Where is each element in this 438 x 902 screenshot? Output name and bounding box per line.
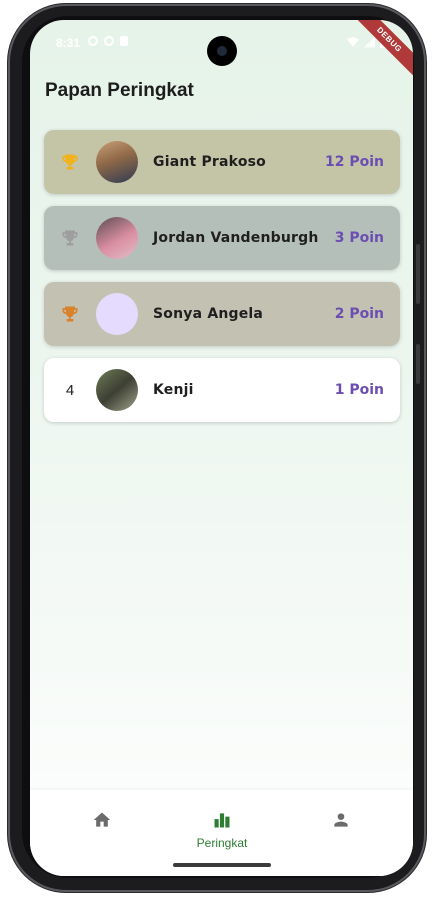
page-title: Papan Peringkat	[45, 80, 194, 101]
home-indicator[interactable]	[173, 863, 271, 867]
front-camera	[207, 36, 237, 66]
app-screen: 8:31 DEBUG Papan Peringkat Giant Prakoso…	[30, 20, 413, 876]
nav-label: Peringkat	[196, 836, 248, 850]
leaderboard-row[interactable]: Sonya Angela 2 Poin	[44, 282, 400, 346]
player-name: Sonya Angela	[153, 306, 264, 322]
bronze-trophy-icon	[62, 306, 78, 322]
avatar	[96, 293, 138, 335]
leaderboard-list: Giant Prakoso 12 Poin Jordan Vandenburgh…	[44, 130, 400, 434]
player-name: Kenji	[153, 382, 194, 398]
player-name: Jordan Vandenburgh	[153, 230, 319, 246]
sim-icon	[120, 36, 128, 46]
person-icon	[334, 813, 348, 827]
nav-peringkat[interactable]: Peringkat	[167, 810, 277, 850]
rank-number: 4	[65, 381, 75, 399]
silver-trophy-icon	[62, 230, 78, 246]
shield-icon	[104, 36, 114, 46]
player-name: Giant Prakoso	[153, 154, 266, 170]
rank-cell: 4	[44, 382, 96, 399]
nav-home[interactable]	[47, 810, 157, 834]
player-points: 3 Poin	[334, 230, 384, 246]
player-points: 1 Poin	[334, 382, 384, 398]
volume-button	[416, 244, 420, 304]
home-icon	[93, 812, 111, 827]
dnd-icon	[88, 36, 98, 46]
avatar	[96, 141, 138, 183]
rank-cell	[44, 228, 96, 248]
rank-cell	[44, 304, 96, 324]
status-time: 8:31	[56, 36, 81, 50]
player-points: 2 Poin	[334, 306, 384, 322]
avatar	[96, 369, 138, 411]
leaderboard-row[interactable]: Jordan Vandenburgh 3 Poin	[44, 206, 400, 270]
status-bar: 8:31	[30, 20, 413, 66]
avatar	[96, 217, 138, 259]
player-points: 12 Poin	[324, 154, 384, 170]
leaderboard-row[interactable]: 4 Kenji 1 Poin	[44, 358, 400, 422]
wifi-icon	[347, 37, 359, 47]
gold-trophy-icon	[62, 154, 78, 170]
power-button	[416, 344, 420, 384]
rank-cell	[44, 152, 96, 172]
leaderboard-icon	[214, 813, 230, 828]
signal-icon	[364, 36, 375, 48]
leaderboard-row[interactable]: Giant Prakoso 12 Poin	[44, 130, 400, 194]
status-notification-icons	[88, 36, 128, 46]
bottom-navigation: Peringkat	[30, 790, 413, 876]
nav-profile[interactable]	[286, 810, 396, 834]
